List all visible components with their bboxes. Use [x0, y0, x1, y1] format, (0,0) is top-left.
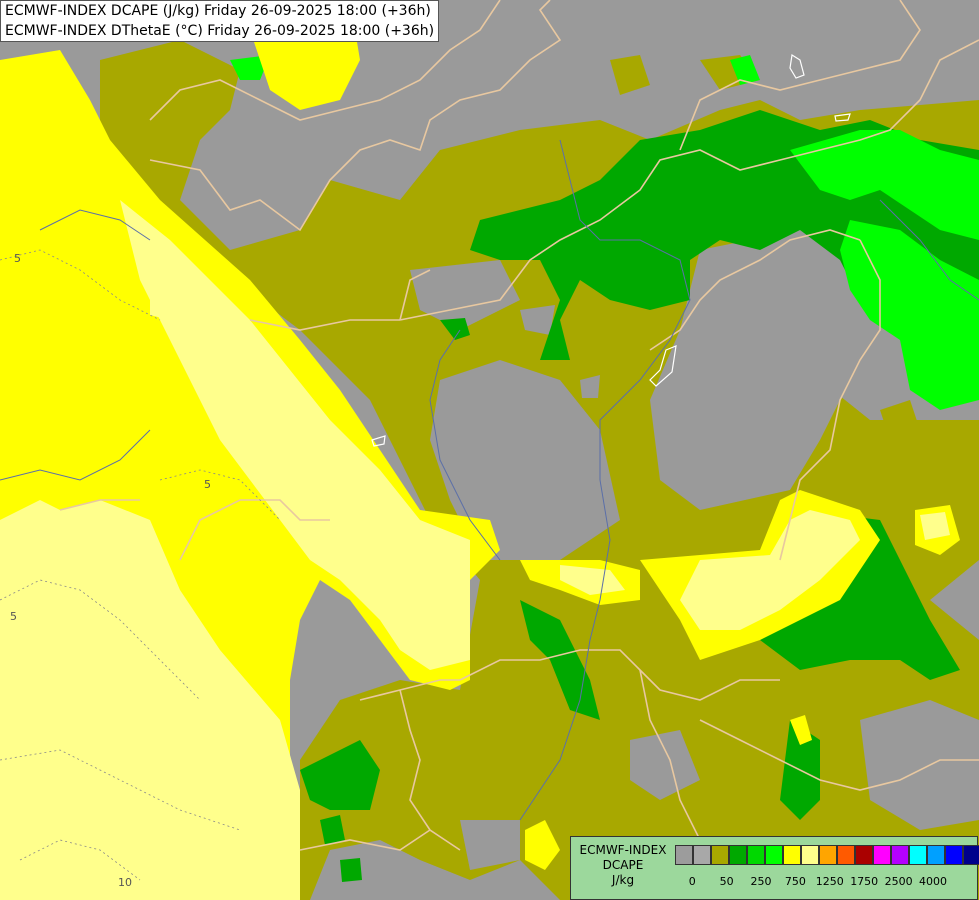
legend-tick-label: 250: [750, 875, 772, 888]
legend-swatch: [873, 845, 891, 865]
legend-swatch: [693, 845, 711, 865]
color-legend: ECMWF-INDEX DCAPE J/kg 0 50 250 750 1250 1750…: [570, 836, 979, 900]
title-dcape: ECMWF-INDEX DCAPE (J/kg) Friday 26-09-20…: [5, 3, 431, 19]
legend-parameter: DCAPE: [602, 858, 644, 872]
legend-swatch: [927, 845, 945, 865]
svg-text:5: 5: [10, 610, 17, 623]
legend-unit: J/kg: [611, 873, 635, 887]
legend-swatch: [729, 845, 747, 865]
legend-swatch: [765, 845, 783, 865]
legend-swatch: [819, 845, 837, 865]
legend-tick-label: 0: [688, 875, 696, 888]
legend-swatch: [711, 845, 729, 865]
legend-swatch: [675, 845, 693, 865]
legend-swatch: [783, 845, 801, 865]
legend-swatch: [945, 845, 963, 865]
legend-tick-label: 1250: [815, 875, 844, 888]
legend-swatch: [747, 845, 765, 865]
title-box: ECMWF-INDEX DCAPE (J/kg) Friday 26-09-20…: [0, 0, 440, 42]
svg-text:5: 5: [204, 478, 211, 491]
title-dthetae: ECMWF-INDEX DThetaE (°C) Friday 26-09-20…: [5, 23, 435, 39]
dcape-map: 5 5 5 10: [0, 0, 979, 900]
legend-swatch: [837, 845, 855, 865]
legend-swatch: [909, 845, 927, 865]
legend-swatches: [675, 845, 979, 865]
legend-swatch: [891, 845, 909, 865]
legend-swatch: [963, 845, 979, 865]
svg-text:10: 10: [118, 876, 132, 889]
legend-model: ECMWF-INDEX: [579, 843, 667, 857]
legend-title: ECMWF-INDEX DCAPE J/kg: [575, 843, 671, 888]
legend-tick-label: 750: [784, 875, 806, 888]
legend-tick-label: 1750: [850, 875, 879, 888]
legend-swatch: [801, 845, 819, 865]
legend-swatch: [855, 845, 873, 865]
legend-tick-label: 2500: [884, 875, 913, 888]
legend-tick-label: 4000: [919, 875, 947, 888]
legend-tick-label: 50: [719, 875, 734, 888]
svg-text:5: 5: [14, 252, 21, 265]
